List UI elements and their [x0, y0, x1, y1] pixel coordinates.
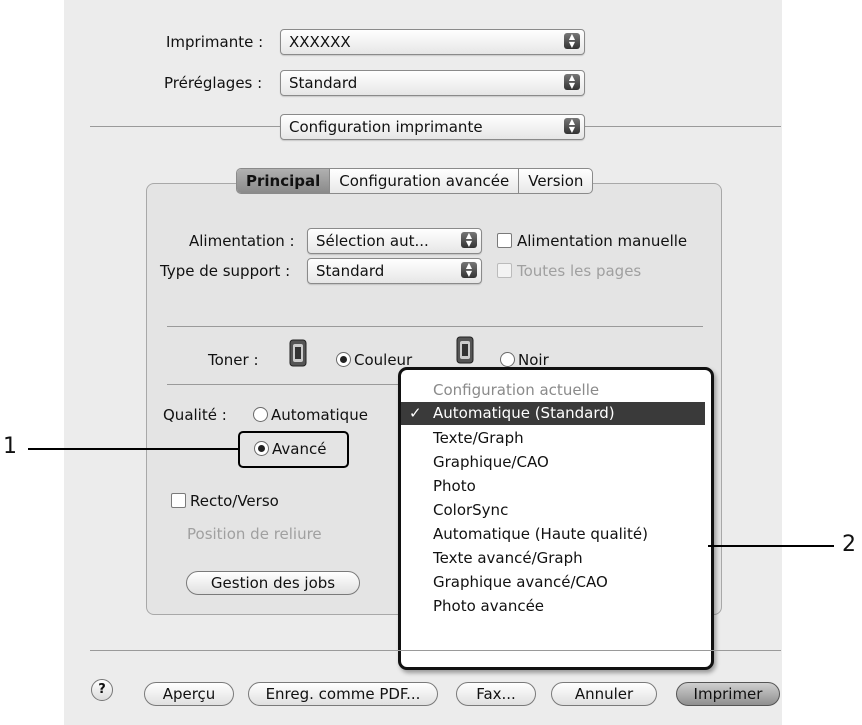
help-icon[interactable]: ?	[91, 679, 113, 701]
printer-label: Imprimante :	[166, 33, 264, 51]
tab-principal[interactable]: Principal	[237, 169, 331, 193]
menu-item[interactable]: Texte/Graph	[401, 427, 705, 450]
media-type-value: Standard	[316, 262, 385, 280]
callout-number-1: 1	[3, 434, 17, 459]
menu-item-selected[interactable]: ✓ Automatique (Standard)	[401, 402, 705, 425]
manual-feed-label: Alimentation manuelle	[517, 232, 688, 250]
feed-popup[interactable]: Sélection aut... ▲ ▼	[307, 228, 482, 254]
job-management-button[interactable]: Gestion des jobs	[186, 571, 360, 595]
checkmark-icon: ✓	[409, 404, 422, 422]
save-as-pdf-button[interactable]: Enreg. comme PDF...	[248, 682, 438, 706]
manual-feed-checkbox[interactable]	[497, 233, 512, 248]
toner-label: Toner :	[208, 351, 259, 369]
separator	[90, 126, 280, 127]
tab-version[interactable]: Version	[519, 169, 592, 193]
separator	[167, 384, 403, 385]
section-popup[interactable]: Configuration imprimante ▲ ▼	[280, 114, 585, 140]
toner-color-label: Couleur	[354, 351, 413, 369]
menu-item[interactable]: Graphique avancé/CAO	[401, 571, 705, 594]
menu-item[interactable]: Photo avancée	[401, 595, 705, 618]
section-value: Configuration imprimante	[289, 118, 483, 136]
separator	[583, 126, 781, 127]
preview-button[interactable]: Aperçu	[144, 682, 234, 706]
printer-value: XXXXXX	[289, 33, 351, 51]
menu-item[interactable]: Photo	[401, 475, 705, 498]
separator	[167, 326, 703, 327]
print-button[interactable]: Imprimer	[676, 682, 780, 706]
quality-advanced-radio[interactable]	[254, 441, 269, 456]
fax-button[interactable]: Fax...	[456, 682, 536, 706]
callout-line-1	[28, 448, 238, 450]
callout-line-2	[708, 545, 834, 547]
duplex-label: Recto/Verso	[190, 492, 279, 510]
presets-label: Préréglages :	[164, 74, 263, 92]
quality-advanced-label: Avancé	[272, 440, 327, 458]
menu-item[interactable]: ColorSync	[401, 499, 705, 522]
updown-arrows-icon: ▲ ▼	[564, 118, 580, 134]
binding-position-label: Position de reliure	[187, 525, 322, 543]
separator	[90, 650, 781, 651]
quality-label: Qualité :	[163, 406, 227, 424]
menu-item-label: Automatique (Standard)	[433, 404, 615, 422]
duplex-checkbox[interactable]	[171, 493, 186, 508]
updown-arrows-icon: ▲ ▼	[461, 262, 477, 278]
updown-arrows-icon: ▲ ▼	[461, 232, 477, 248]
feed-value: Sélection aut...	[316, 232, 429, 250]
media-type-label: Type de support :	[160, 262, 291, 280]
toner-cartridge-icon	[289, 339, 307, 367]
tab-bar: Principal Configuration avancée Version	[236, 168, 594, 194]
updown-arrows-icon: ▲ ▼	[564, 74, 580, 90]
toner-cartridge-icon	[456, 336, 474, 364]
cancel-button[interactable]: Annuler	[551, 682, 657, 706]
menu-item[interactable]: Graphique/CAO	[401, 451, 705, 474]
toner-black-radio[interactable]	[500, 352, 515, 367]
updown-arrows-icon: ▲ ▼	[564, 33, 580, 49]
all-pages-label: Toutes les pages	[517, 262, 642, 280]
printer-popup[interactable]: XXXXXX ▲ ▼	[280, 29, 585, 55]
feed-label: Alimentation :	[189, 232, 295, 250]
quality-auto-label: Automatique	[271, 406, 368, 424]
menu-header: Configuration actuelle	[433, 381, 600, 399]
quality-dropdown-menu: Configuration actuelle ✓ Automatique (St…	[398, 367, 714, 670]
quality-auto-radio[interactable]	[253, 407, 268, 422]
toner-color-radio[interactable]	[336, 352, 351, 367]
all-pages-checkbox[interactable]	[497, 263, 512, 278]
presets-value: Standard	[289, 74, 358, 92]
menu-item[interactable]: Automatique (Haute qualité)	[401, 523, 705, 546]
media-type-popup[interactable]: Standard ▲ ▼	[307, 258, 482, 284]
tab-configuration-avancee[interactable]: Configuration avancée	[330, 169, 520, 193]
presets-popup[interactable]: Standard ▲ ▼	[280, 70, 585, 96]
menu-item[interactable]: Texte avancé/Graph	[401, 547, 705, 570]
callout-number-2: 2	[842, 532, 856, 557]
